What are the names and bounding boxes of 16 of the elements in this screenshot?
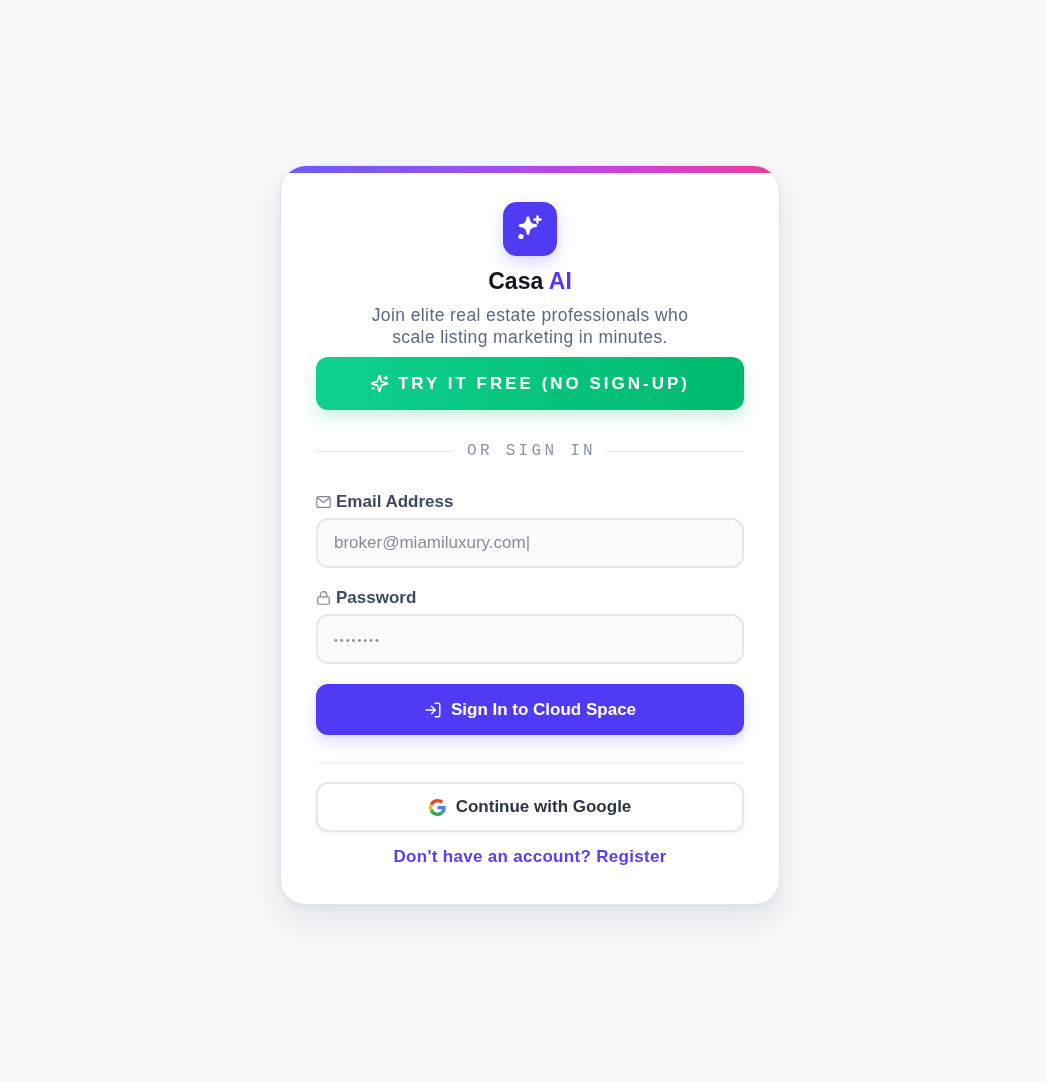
sparkles-icon (369, 374, 389, 393)
field-label: Password (336, 587, 417, 609)
app-title: Casa AI (488, 267, 572, 295)
register-link[interactable]: Don't have an account? Register (393, 846, 667, 868)
field-label: Email Address (336, 491, 454, 513)
sparkle-logo-icon (503, 202, 557, 256)
sign-in-button[interactable]: Sign In to Cloud Space (316, 684, 744, 735)
email-field[interactable]: broker@miamiluxury.com| (316, 518, 744, 568)
password-field[interactable]: •••••••• (316, 614, 744, 664)
google-button[interactable]: Continue with Google (316, 782, 744, 832)
tagline-text: Join elite real estate professionals who scale listing marketing in minutes. (370, 304, 690, 348)
log-in-icon (423, 700, 442, 719)
google-g-icon (428, 798, 446, 816)
lock-icon (317, 591, 330, 605)
envelope-icon (316, 496, 331, 508)
divider-label: OR SIGN IN (466, 442, 596, 460)
